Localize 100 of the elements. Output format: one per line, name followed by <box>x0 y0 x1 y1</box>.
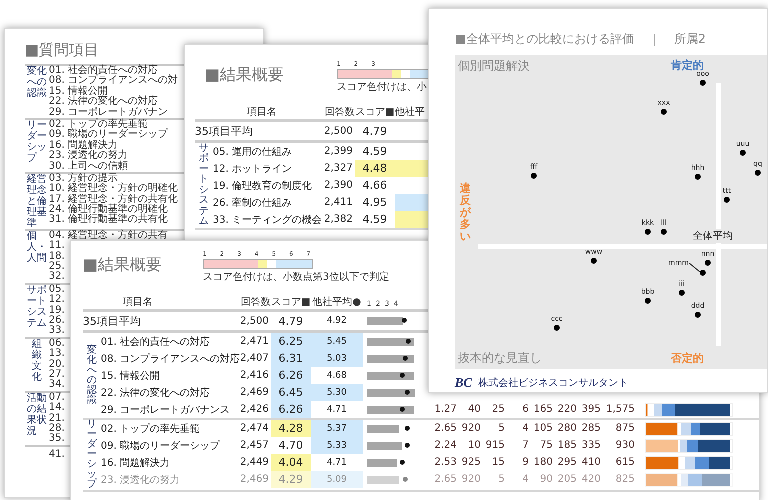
quadrant-label: 個別問題解決 <box>458 60 530 74</box>
average-dot <box>400 407 406 412</box>
data-point <box>531 173 537 179</box>
question-item: 30. 上司への信頼 <box>49 162 128 172</box>
table-cell-text: 2.65 <box>434 474 458 485</box>
question-item: 26. <box>49 316 65 326</box>
table-cell-text: 180 <box>532 457 554 468</box>
question-item: 23. 浸透化の努力 <box>49 151 128 162</box>
question-item: 03. 方針の提示 <box>49 174 118 184</box>
table-cell-text: 4 <box>522 423 530 434</box>
table-cell: 4.79 <box>362 124 388 138</box>
score-bar <box>367 338 414 346</box>
question-item: 31. 倫理行動基準の共有化 <box>49 215 168 226</box>
table-cell-text: 26. 牽制の仕組み <box>213 196 292 210</box>
average-dot <box>404 443 410 448</box>
average-dot <box>404 390 410 395</box>
table-cell-text: 29. コーポレートガバナンス <box>101 404 230 416</box>
average-dot <box>405 426 410 431</box>
question-item: 15. 情報公開 <box>49 86 108 97</box>
data-point <box>700 80 706 86</box>
score-bar <box>367 425 400 433</box>
table-cell-text: 9 <box>522 457 530 468</box>
score-bar <box>367 372 414 380</box>
axis-label: 肯定的 <box>671 60 704 72</box>
table-cell-text: 930 <box>614 440 636 451</box>
question-item: 32. <box>49 272 65 283</box>
table-cell-text: 2,500 <box>323 126 354 136</box>
table-cell-text: 90 <box>539 474 554 485</box>
table-cell-text: 2,449 <box>239 457 270 468</box>
question-item: 17. 経営理念・方針の共有化 <box>49 194 178 205</box>
table-cell-text: 19. 倫理教育の制度化 <box>213 180 312 192</box>
table-cell-text: 2,416 <box>239 370 270 381</box>
table-cell-text: 25 <box>491 404 506 415</box>
question-item: 22. 法律の変化への対応 <box>49 97 158 108</box>
table-cell-text: 410 <box>580 457 602 468</box>
question-item: 28. <box>49 424 65 434</box>
data-point <box>661 229 667 235</box>
group-label: 経営理念と倫理基準 <box>27 174 47 229</box>
score-cell: 4.48 <box>355 160 395 177</box>
table-cell-text: 7 <box>522 440 530 451</box>
question-item: 06. <box>49 338 65 349</box>
score-cell-text: 4.70 <box>278 438 304 454</box>
data-point <box>724 197 730 203</box>
score-bar <box>367 459 398 467</box>
group-label: リーダーシップ <box>87 420 97 490</box>
column-header: 他社平 <box>395 106 425 119</box>
table-cell-text: 16. 問題解決力 <box>101 456 170 470</box>
score-cell: 6.45 <box>271 384 311 401</box>
table-cell-text: 2,411 <box>323 197 354 208</box>
table-cell-text: 220 <box>556 404 578 415</box>
score-cell-text: 4.59 <box>362 144 388 160</box>
question-item: 07. <box>49 392 65 403</box>
question-item: 33. <box>49 326 65 337</box>
table-cell-text: 295 <box>556 457 578 468</box>
table-cell-text: 2,426 <box>239 404 270 415</box>
average-cell-text: 4.71 <box>326 456 348 470</box>
average-cell: 5.30 <box>311 384 363 401</box>
table-cell: 4.92 <box>326 316 348 326</box>
group-label: 変化への認識 <box>87 346 97 406</box>
question-item: 27. <box>49 370 65 380</box>
data-point <box>695 174 701 180</box>
average-cell: 5.45 <box>311 333 363 350</box>
table-cell-text: 5 <box>498 474 506 485</box>
table-cell-text: 75 <box>539 440 554 451</box>
table-cell-text: 2.24 <box>434 440 458 451</box>
column-header: 回答数 <box>325 106 355 119</box>
average-dot <box>400 373 406 378</box>
table-cell-text: 2,327 <box>323 163 354 174</box>
score-cell: 4.29 <box>271 471 311 488</box>
table-cell-text: 2,500 <box>239 316 270 326</box>
question-item: 11. <box>49 241 65 252</box>
axis-label: 違反が多い <box>460 183 471 244</box>
table-cell-text: 335 <box>580 440 602 451</box>
group-label: 個人・人間 <box>27 230 47 264</box>
table-cell-text: 10 <box>467 440 482 451</box>
data-point <box>740 150 746 156</box>
data-point <box>705 260 711 266</box>
question-item: 02. トップの率先垂範 <box>49 120 148 130</box>
table-cell-text: 105 <box>532 423 554 434</box>
data-point <box>661 109 667 115</box>
table-cell-text: 2,471 <box>239 336 270 347</box>
table-cell: 4.79 <box>278 314 304 328</box>
column-header: スコア■ <box>355 106 395 119</box>
table-cell-text: 6 <box>522 404 530 415</box>
table-cell-text: 915 <box>484 440 506 451</box>
title-separator: ｜ <box>648 31 660 48</box>
table-cell-text: 615 <box>614 457 636 468</box>
score-cell: 4.28 <box>271 420 311 437</box>
table-cell-text: 165 <box>532 404 554 415</box>
average-cell-text: 4.68 <box>326 370 348 382</box>
table-cell-text: 2,474 <box>239 423 270 434</box>
question-item: 04. 経営理念・方針の共有 <box>49 230 168 241</box>
score-bar <box>367 389 416 397</box>
table-cell-text: 395 <box>580 404 602 415</box>
score-cell: 6.31 <box>271 350 311 367</box>
group-label: サポートシステム <box>199 144 209 228</box>
data-point <box>645 229 651 235</box>
question-item: 10. 経営理念・方針の明確化 <box>49 184 178 194</box>
table-cell-text: 12. ホットライン <box>213 162 292 176</box>
table-cell-text: 5 <box>498 423 506 434</box>
